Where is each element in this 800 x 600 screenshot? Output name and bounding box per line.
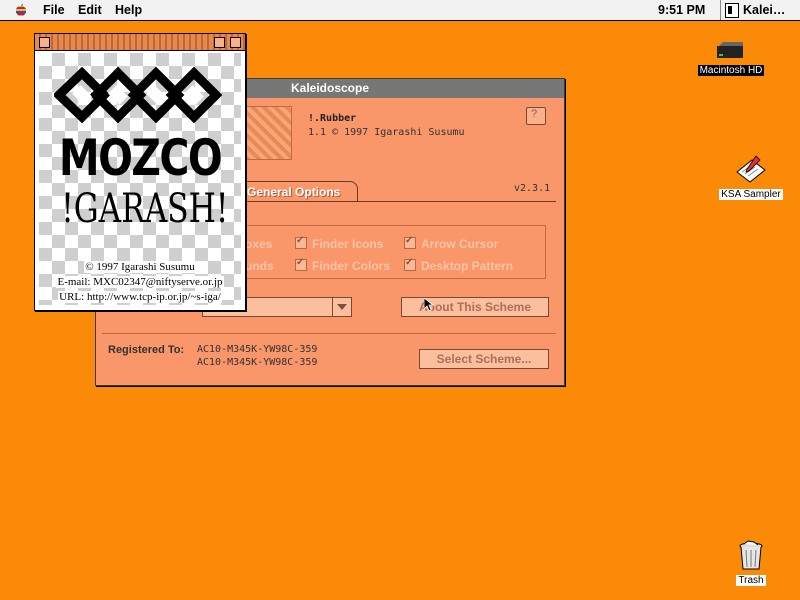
menubar-clock[interactable]: 9:51 PM: [658, 3, 705, 17]
mozco-splash-window: MOZCO !GARASH! © 1997 Igarashi Susumu E-…: [34, 33, 246, 311]
checkbox-check-icon: [295, 257, 307, 271]
checkbox-check-icon: [295, 235, 307, 249]
help-icon[interactable]: [526, 107, 546, 125]
checkbox-finder-icons[interactable]: Finder Icons: [295, 235, 383, 251]
splash-content: MOZCO !GARASH! © 1997 Igarashi Susumu E-…: [39, 53, 241, 305]
desktop-icon-trash[interactable]: Trash: [716, 540, 786, 586]
close-icon[interactable]: [39, 37, 50, 48]
desktop-icon-ksa-sampler[interactable]: KSA Sampler: [716, 154, 786, 200]
document-icon: [736, 155, 766, 183]
chevron-down-icon: [332, 298, 351, 316]
desktop-icon-label: KSA Sampler: [719, 189, 783, 200]
trash-icon: [739, 540, 763, 570]
splash-url: URL: http://www.tcp-ip.or.jp/~s-iga/: [58, 291, 222, 303]
checkbox-partial-1: oxes: [245, 237, 273, 251]
hard-disk-icon: [717, 42, 743, 58]
application-menu[interactable]: Kalei…: [720, 0, 800, 20]
scheme-name: !.Rubber: [308, 113, 357, 124]
checkbox-finder-colors[interactable]: Finder Colors: [295, 257, 390, 273]
tab-label: General Options: [247, 185, 341, 199]
tab-general-options[interactable]: General Options: [242, 181, 358, 202]
kaleidoscope-app-icon: [725, 3, 739, 18]
splash-copyright: © 1997 Igarashi Susumu: [84, 261, 196, 273]
menu-file[interactable]: File: [43, 3, 65, 17]
mozco-logo-mark-icon: [54, 67, 223, 123]
scheme-info: 1.1 © 1997 Igarashi Susumu: [308, 127, 465, 138]
select-scheme-button[interactable]: Select Scheme...: [419, 349, 549, 369]
splash-titlebar[interactable]: [35, 34, 245, 51]
collapse-icon[interactable]: [230, 37, 241, 48]
checkbox-partial-2: unds: [245, 259, 274, 273]
desktop-icon-label: Trash: [736, 575, 766, 586]
application-menu-label: Kalei…: [743, 3, 786, 17]
checkbox-check-icon: [404, 235, 416, 249]
checkbox-check-icon: [404, 257, 416, 271]
registered-to-label: Registered To:: [108, 344, 185, 356]
logo-title-mozco: MOZCO: [58, 129, 223, 187]
desktop-icon-macintosh-hd[interactable]: Macintosh HD: [696, 40, 766, 76]
arrow-cursor-icon: [424, 298, 434, 312]
registration-code-2: AC10-M345K-YW98C-359: [197, 357, 318, 368]
checkbox-arrow-cursor[interactable]: Arrow Cursor: [404, 235, 498, 251]
apple-menu-icon[interactable]: [14, 3, 28, 17]
registration-divider: [102, 333, 556, 334]
splash-email: E-mail: MXC02347@niftyserve.or.jp: [56, 276, 224, 288]
scheme-preview-icon: [244, 106, 292, 160]
desktop-icon-label: Macintosh HD: [697, 65, 765, 76]
window-title: Kaleidoscope: [290, 81, 370, 95]
version-label: v2.3.1: [514, 183, 551, 194]
registration-code-1: AC10-M345K-YW98C-359: [197, 344, 318, 355]
zoom-icon[interactable]: [214, 37, 225, 48]
checkbox-desktop-pattern[interactable]: Desktop Pattern: [404, 257, 513, 273]
menu-edit[interactable]: Edit: [78, 3, 102, 17]
logo-title-garash: !GARASH!: [61, 186, 229, 232]
menu-help[interactable]: Help: [115, 3, 142, 17]
menu-bar: File Edit Help 9:51 PM Kalei…: [0, 0, 800, 21]
